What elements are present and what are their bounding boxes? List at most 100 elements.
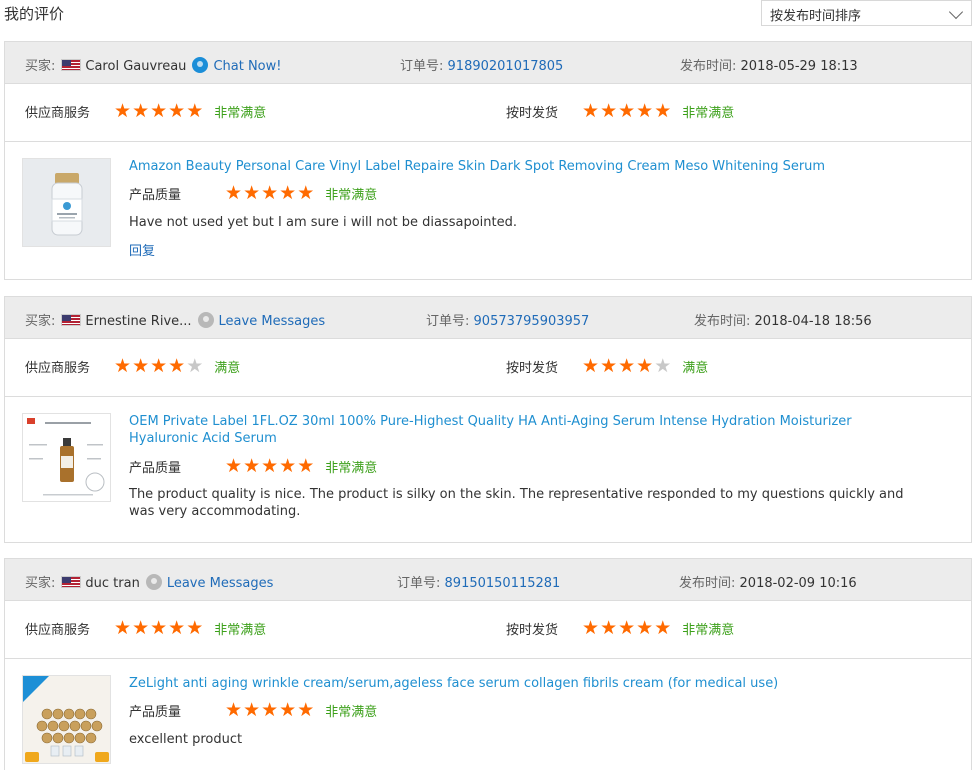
published-label: 发布时间: — [694, 314, 751, 329]
star-filled-icon: ★ — [114, 617, 132, 639]
buyer-name[interactable]: Ernestine Rive... — [85, 314, 191, 329]
star-filled-icon: ★ — [279, 699, 297, 721]
order-no-link[interactable]: 89150150115281 — [445, 576, 561, 591]
star-empty-icon: ★ — [654, 355, 672, 377]
supplier-service-rating: 满意 — [214, 361, 241, 376]
supplier-service-label: 供应商服务 — [25, 106, 91, 121]
order-no-label: 订单号: — [400, 59, 444, 74]
star-filled-icon: ★ — [582, 100, 600, 122]
review-comment: Have not used yet but I am sure i will n… — [129, 215, 517, 230]
review-header: 买家: duc tran Leave Messages 订单号: 891501501… — [5, 559, 971, 601]
service-ratings: 供应商服务 ★ ★ ★ ★ ★ 非常满意 按时发货 ★ ★ ★ ★ ★ 非常满意 — [5, 84, 971, 142]
on-time-delivery-rating: 满意 — [682, 361, 709, 376]
review-header: 买家: Ernestine Rive... Leave Messages 订单号: … — [5, 297, 971, 339]
review-card: 买家: Carol Gauvreau Chat Now! 订单号: 91890201… — [4, 41, 972, 280]
star-filled-icon: ★ — [279, 455, 297, 477]
star-filled-icon: ★ — [654, 617, 672, 639]
product-title-link[interactable]: Amazon Beauty Personal Care Vinyl Label … — [129, 158, 909, 175]
chat-now-link[interactable]: Chat Now! — [213, 59, 281, 74]
supplier-service-stars: ★ ★ ★ ★ ★ — [114, 619, 204, 638]
product-quality-stars: ★ ★ ★ ★ ★ — [225, 457, 315, 476]
review-header: 买家: Carol Gauvreau Chat Now! 订单号: 91890201… — [5, 42, 971, 84]
star-filled-icon: ★ — [636, 100, 654, 122]
leave-messages-link[interactable]: Leave Messages — [167, 576, 274, 591]
star-filled-icon: ★ — [600, 355, 618, 377]
buyer-label: 买家: — [25, 576, 56, 591]
star-filled-icon: ★ — [243, 455, 261, 477]
star-filled-icon: ★ — [297, 455, 315, 477]
order-no-link[interactable]: 90573795903957 — [474, 314, 590, 329]
supplier-service-rating: 非常满意 — [214, 623, 267, 638]
published-time: 2018-02-09 10:16 — [739, 576, 857, 591]
star-filled-icon: ★ — [618, 100, 636, 122]
review-comment: excellent product — [129, 732, 243, 747]
buyer-label: 买家: — [25, 314, 56, 329]
star-filled-icon: ★ — [168, 355, 186, 377]
buyer-name[interactable]: duc tran — [85, 576, 139, 591]
product-thumbnail[interactable] — [22, 413, 111, 502]
star-filled-icon: ★ — [618, 617, 636, 639]
star-filled-icon: ★ — [186, 617, 204, 639]
us-flag-icon — [61, 314, 82, 326]
product-quality-label: 产品质量 — [129, 705, 182, 720]
star-filled-icon: ★ — [636, 355, 654, 377]
on-time-delivery-rating: 非常满意 — [682, 623, 735, 638]
product-quality-rating: 非常满意 — [325, 188, 378, 203]
star-filled-icon: ★ — [114, 100, 132, 122]
leave-messages-link[interactable]: Leave Messages — [219, 314, 326, 329]
on-time-delivery-stars: ★ ★ ★ ★ ★ — [582, 357, 672, 376]
review-card: 买家: Ernestine Rive... Leave Messages 订单号: … — [4, 296, 972, 543]
product-quality-label: 产品质量 — [129, 188, 182, 203]
star-filled-icon: ★ — [582, 617, 600, 639]
star-filled-icon: ★ — [225, 699, 243, 721]
supplier-service-stars: ★ ★ ★ ★ ★ — [114, 102, 204, 121]
star-filled-icon: ★ — [297, 699, 315, 721]
supplier-service-label: 供应商服务 — [25, 361, 91, 376]
order-no-link[interactable]: 91890201017805 — [448, 59, 564, 74]
product-quality-label: 产品质量 — [129, 461, 182, 476]
product-quality-rating: 非常满意 — [325, 461, 378, 476]
star-filled-icon: ★ — [297, 182, 315, 204]
star-filled-icon: ★ — [225, 182, 243, 204]
on-time-delivery-label: 按时发货 — [506, 623, 559, 638]
star-filled-icon: ★ — [150, 100, 168, 122]
service-ratings: 供应商服务 ★ ★ ★ ★ ★ 满意 按时发货 ★ ★ ★ ★ ★ 满意 — [5, 339, 971, 397]
chevron-down-icon — [948, 4, 964, 20]
buyer-name[interactable]: Carol Gauvreau — [85, 59, 186, 74]
star-filled-icon: ★ — [132, 617, 150, 639]
star-filled-icon: ★ — [168, 617, 186, 639]
star-filled-icon: ★ — [261, 455, 279, 477]
on-time-delivery-label: 按时发货 — [506, 361, 559, 376]
chat-offline-icon[interactable] — [197, 312, 214, 328]
product-quality-rating: 非常满意 — [325, 705, 378, 720]
product-title-link[interactable]: OEM Private Label 1FL.OZ 30ml 100% Pure-… — [129, 413, 909, 447]
product-quality-stars: ★ ★ ★ ★ ★ — [225, 701, 315, 720]
chat-offline-icon[interactable] — [145, 574, 162, 590]
product-title-link[interactable]: ZeLight anti aging wrinkle cream/serum,a… — [129, 675, 909, 692]
star-filled-icon: ★ — [618, 355, 636, 377]
reply-link[interactable]: 回复 — [129, 240, 155, 259]
on-time-delivery-rating: 非常满意 — [682, 106, 735, 121]
star-filled-icon: ★ — [168, 100, 186, 122]
product-quality-stars: ★ ★ ★ ★ ★ — [225, 184, 315, 203]
on-time-delivery-stars: ★ ★ ★ ★ ★ — [582, 102, 672, 121]
star-filled-icon: ★ — [600, 100, 618, 122]
product-quality-row: 产品质量 ★ ★ ★ ★ ★ 非常满意 — [129, 184, 378, 204]
order-no-label: 订单号: — [426, 314, 470, 329]
service-ratings: 供应商服务 ★ ★ ★ ★ ★ 非常满意 按时发货 ★ ★ ★ ★ ★ 非常满意 — [5, 601, 971, 659]
chat-online-icon[interactable] — [192, 57, 209, 73]
star-filled-icon: ★ — [243, 699, 261, 721]
star-filled-icon: ★ — [600, 617, 618, 639]
buyer-label: 买家: — [25, 59, 56, 74]
page-title: 我的评价 — [4, 5, 65, 23]
on-time-delivery-label: 按时发货 — [506, 106, 559, 121]
published-time: 2018-04-18 18:56 — [754, 314, 872, 329]
star-filled-icon: ★ — [243, 182, 261, 204]
sort-dropdown-value: 按发布时间排序 — [770, 9, 862, 24]
sort-dropdown[interactable]: 按发布时间排序 — [761, 0, 972, 26]
star-filled-icon: ★ — [261, 182, 279, 204]
product-thumbnail[interactable] — [22, 158, 111, 247]
star-empty-icon: ★ — [186, 355, 204, 377]
star-filled-icon: ★ — [582, 355, 600, 377]
product-thumbnail[interactable] — [22, 675, 111, 764]
